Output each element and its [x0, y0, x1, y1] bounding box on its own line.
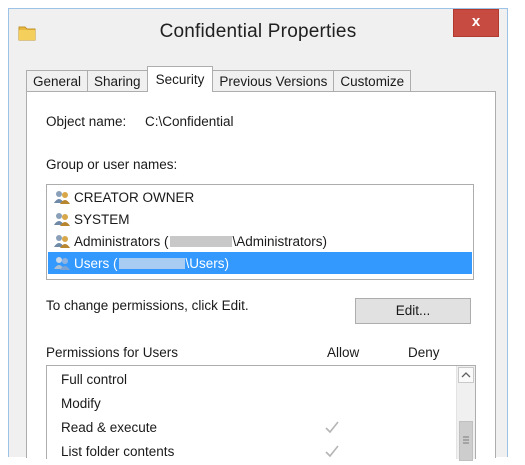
list-item-prefix: Users (	[74, 255, 118, 271]
properties-dialog: Confidential Properties x General Sharin…	[8, 8, 508, 461]
redacted-block	[118, 257, 185, 269]
edit-button[interactable]: Edit...	[355, 298, 471, 324]
permission-name: Read & execute	[61, 420, 158, 435]
tab-previous-versions[interactable]: Previous Versions	[212, 70, 335, 92]
close-icon: x	[471, 13, 481, 30]
permission-name: Full control	[61, 372, 128, 387]
window-title: Confidential Properties	[159, 21, 357, 42]
tab-customize[interactable]: Customize	[333, 70, 412, 92]
list-item-system[interactable]: SYSTEM	[48, 208, 472, 230]
tab-strip: General Sharing Security Previous Versio…	[26, 66, 412, 92]
redacted-block	[169, 235, 232, 247]
allow-column-header: Allow	[327, 345, 360, 360]
object-name-value: C:\Confidential	[145, 114, 234, 129]
checkmark-icon	[325, 421, 339, 434]
permissions-list: Full control Modify Read & execute List …	[46, 365, 476, 461]
group-user-list[interactable]: CREATOR OWNER SYSTEM Administrators ( \A…	[46, 184, 474, 280]
permissions-title: Permissions for Users	[46, 345, 179, 360]
users-icon	[54, 213, 70, 226]
list-item-suffix: \Users)	[185, 255, 230, 271]
security-panel: Object name: C:\Confidential Group or us…	[26, 91, 496, 461]
permission-row-read-execute: Read & execute	[47, 416, 457, 440]
change-permissions-hint: To change permissions, click Edit.	[46, 298, 249, 313]
list-item-prefix: Administrators (	[74, 233, 169, 249]
permission-row-full-control: Full control	[47, 368, 457, 392]
users-icon	[54, 191, 70, 204]
tab-sharing[interactable]: Sharing	[87, 70, 148, 92]
grip-icon	[463, 436, 469, 444]
list-item-label: CREATOR OWNER	[74, 189, 195, 205]
permission-name: Modify	[61, 396, 101, 411]
tab-general[interactable]: General	[26, 70, 89, 92]
scroll-up-icon	[461, 372, 471, 378]
close-button[interactable]: x	[453, 9, 499, 37]
scroll-thumb[interactable]	[459, 421, 473, 461]
permission-row-modify: Modify	[47, 392, 457, 416]
list-item-label: SYSTEM	[74, 211, 130, 227]
list-item-users[interactable]: Users ( \Users)	[48, 252, 472, 274]
deny-column-header: Deny	[408, 345, 440, 360]
group-names-label: Group or user names:	[46, 157, 178, 172]
checkmark-icon	[325, 445, 339, 458]
object-name-label: Object name:	[46, 114, 127, 129]
list-item-administrators[interactable]: Administrators ( \Administrators)	[48, 230, 472, 252]
permissions-scrollbar[interactable]	[456, 366, 475, 461]
scroll-up-button[interactable]	[458, 367, 474, 383]
list-item-creator-owner[interactable]: CREATOR OWNER	[48, 186, 472, 208]
users-icon	[54, 257, 70, 270]
permission-row-list-folder: List folder contents	[47, 440, 457, 464]
users-icon	[54, 235, 70, 248]
tab-security[interactable]: Security	[146, 66, 214, 92]
title-bar: Confidential Properties x	[9, 9, 507, 59]
list-item-suffix: \Administrators)	[232, 233, 328, 249]
